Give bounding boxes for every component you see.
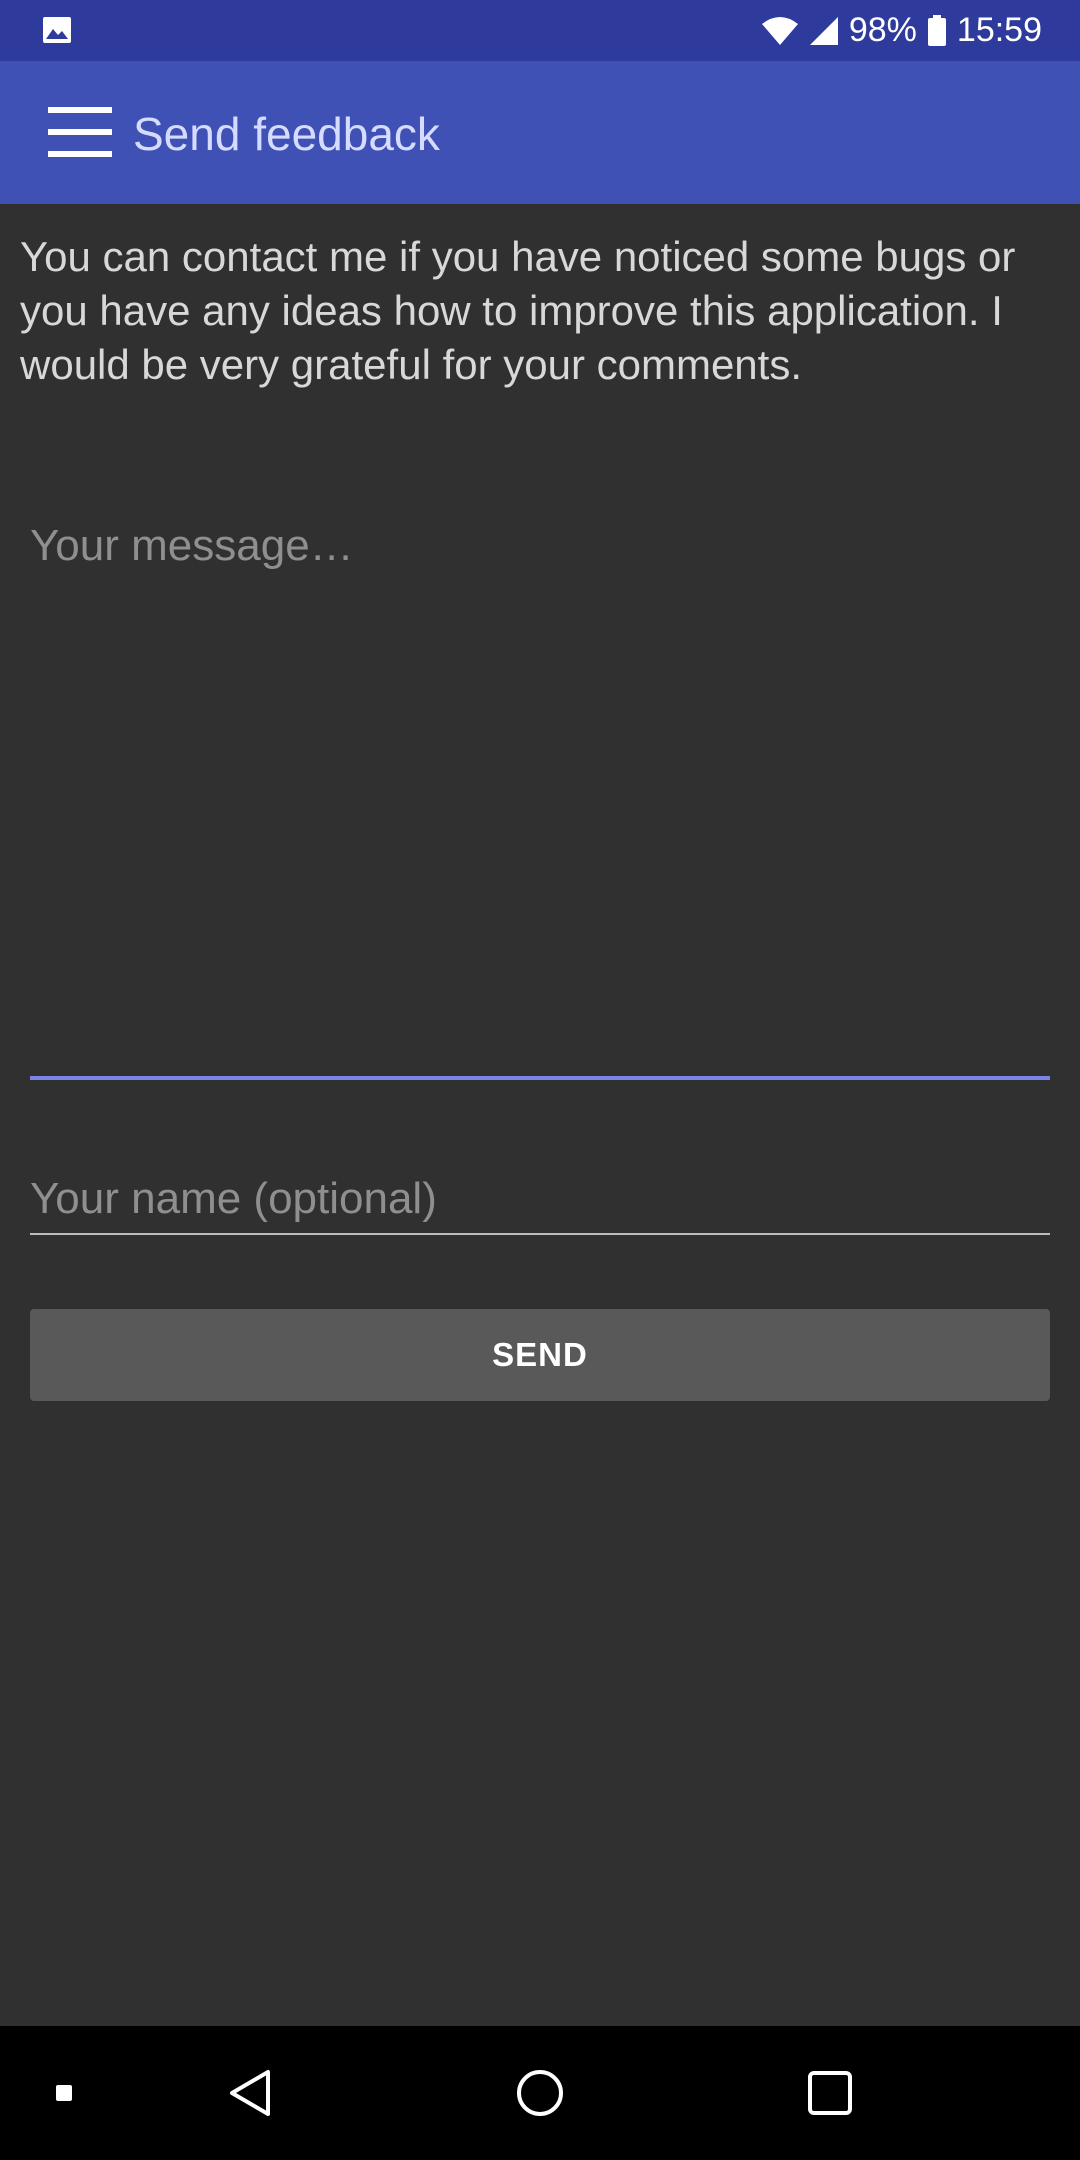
wifi-icon [761, 16, 798, 45]
battery-percent: 98% [848, 11, 917, 49]
signal-icon [809, 16, 838, 45]
send-button[interactable]: SEND [30, 1309, 1050, 1401]
recents-icon[interactable] [790, 2026, 870, 2160]
app-bar: Send feedback [0, 61, 1080, 204]
clock-time: 15:59 [956, 11, 1042, 49]
battery-icon [927, 14, 946, 46]
square-dot-icon[interactable] [44, 2026, 84, 2160]
home-icon[interactable] [500, 2026, 580, 2160]
back-icon[interactable] [210, 2026, 290, 2160]
intro-text: You can contact me if you have noticed s… [20, 233, 1016, 388]
name-field[interactable] [30, 1165, 1050, 1235]
message-field[interactable] [30, 510, 1050, 1080]
image-icon [43, 17, 71, 43]
navigation-bar [0, 2026, 1080, 2160]
status-bar: 98% 15:59 [0, 0, 1080, 61]
name-input[interactable] [30, 1165, 1050, 1233]
message-input[interactable] [30, 510, 1050, 1076]
page-title: Send feedback [133, 108, 440, 160]
status-indicators: 98% 15:59 [761, 0, 1042, 61]
hamburger-menu-icon[interactable] [48, 107, 112, 157]
